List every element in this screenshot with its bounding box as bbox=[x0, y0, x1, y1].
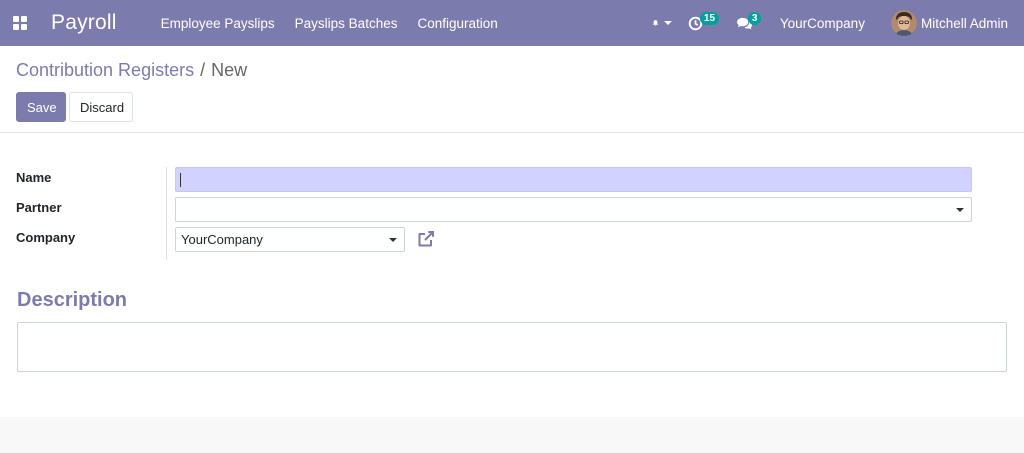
chevron-down-icon bbox=[663, 21, 672, 25]
chevron-down-icon bbox=[389, 238, 397, 242]
systray: 15 3 YourCompany Mitchell Admin bbox=[644, 0, 1024, 46]
messages-button[interactable]: 3 bbox=[728, 0, 768, 46]
company-switcher[interactable]: YourCompany bbox=[768, 0, 877, 46]
description-section-title: Description bbox=[17, 289, 128, 311]
message-count-badge: 3 bbox=[747, 12, 762, 25]
user-menu[interactable]: Mitchell Admin bbox=[877, 0, 1024, 46]
company-label: Company bbox=[16, 230, 76, 245]
name-label: Name bbox=[16, 170, 52, 185]
text-cursor bbox=[180, 173, 181, 187]
menu-employee-payslips[interactable]: Employee Payslips bbox=[151, 0, 285, 46]
external-link-icon[interactable] bbox=[416, 229, 436, 249]
page-footer-area bbox=[0, 417, 1024, 453]
bell-icon bbox=[652, 20, 658, 26]
top-menu: Employee Payslips Payslips Batches Confi… bbox=[151, 0, 508, 46]
apps-grid-icon bbox=[13, 16, 27, 30]
name-input[interactable] bbox=[175, 167, 972, 192]
control-panel: Contribution Registers / New Save Discar… bbox=[0, 46, 1024, 133]
activities-button[interactable]: 15 bbox=[680, 0, 728, 46]
avatar bbox=[890, 10, 917, 36]
menu-configuration[interactable]: Configuration bbox=[407, 0, 507, 46]
breadcrumb: Contribution Registers / New bbox=[16, 60, 247, 81]
breadcrumb-current: New bbox=[211, 60, 248, 80]
activity-count-badge: 15 bbox=[699, 12, 720, 25]
user-name: Mitchell Admin bbox=[920, 15, 1008, 31]
form-sheet: Name Partner Company YourCompany Descrip… bbox=[0, 133, 1024, 417]
partner-select[interactable] bbox=[175, 197, 972, 222]
description-textarea[interactable] bbox=[17, 322, 1007, 372]
save-button[interactable]: Save bbox=[16, 92, 66, 122]
company-select[interactable]: YourCompany bbox=[175, 227, 405, 252]
app-title[interactable]: Payroll bbox=[51, 11, 117, 35]
main-navbar: Payroll Employee Payslips Payslips Batch… bbox=[0, 0, 1024, 46]
chevron-down-icon bbox=[956, 208, 964, 212]
menu-payslips-batches[interactable]: Payslips Batches bbox=[285, 0, 408, 46]
notifications-button[interactable] bbox=[644, 0, 680, 46]
partner-label: Partner bbox=[16, 200, 62, 215]
discard-button[interactable]: Discard bbox=[69, 92, 133, 122]
label-column-divider bbox=[166, 167, 167, 260]
breadcrumb-parent-link[interactable]: Contribution Registers bbox=[16, 60, 194, 81]
company-value: YourCompany bbox=[181, 232, 263, 247]
breadcrumb-separator: / bbox=[200, 60, 206, 80]
apps-menu-button[interactable] bbox=[0, 0, 40, 46]
